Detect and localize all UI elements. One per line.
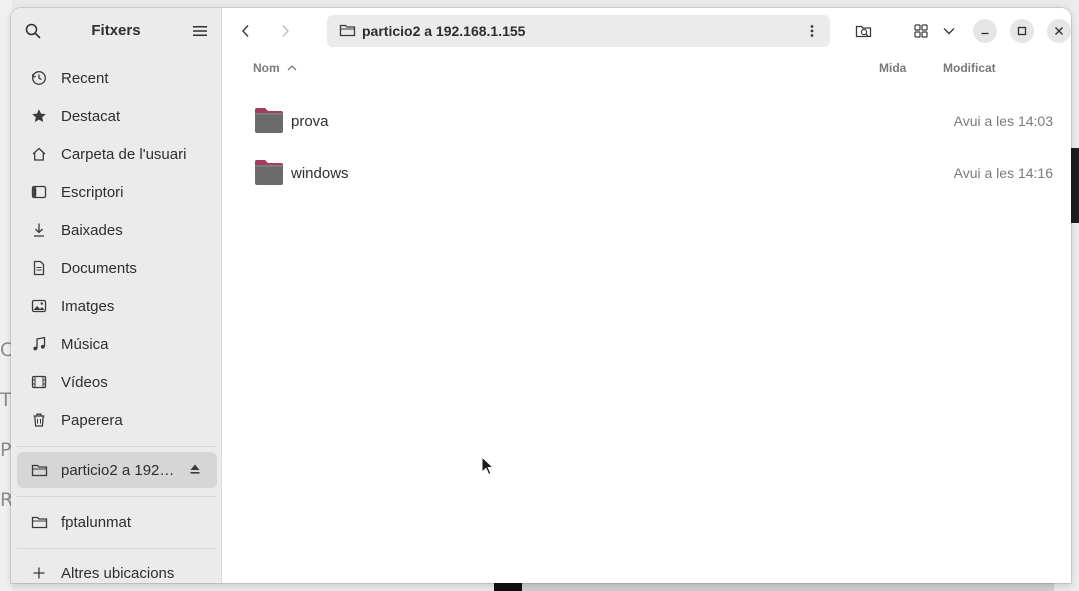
desktop-background-right	[1070, 0, 1079, 591]
file-modified: Avui a les 14:03	[953, 113, 1053, 129]
folder-icon	[255, 108, 283, 133]
main-content: particio2 a 192.168.1.155 Nom Mida Modif…	[223, 8, 1071, 583]
sidebar-item-label: Destacat	[61, 107, 121, 125]
sidebar-item-label: Música	[61, 335, 109, 353]
network-folder-icon	[339, 22, 356, 43]
music-icon	[30, 335, 48, 353]
network-folder-icon	[30, 461, 48, 479]
sidebar-item-label: particio2 a 192…	[61, 461, 175, 479]
file-manager-window: Fitxers Recent Destacat Carpeta de l'usu…	[11, 8, 1071, 583]
plus-icon	[30, 564, 48, 582]
sidebar-item-label: Documents	[61, 259, 137, 277]
background-glyph: T	[0, 389, 12, 411]
chevron-right-icon	[282, 25, 289, 37]
maximize-icon	[1017, 26, 1027, 36]
desktop-icon	[30, 183, 48, 201]
folder-icon	[255, 160, 283, 185]
sidebar-separator	[17, 446, 217, 447]
sidebar-item-bookmark[interactable]: fptalunmat	[17, 504, 217, 540]
current-path: particio2 a 192.168.1.155	[362, 23, 526, 39]
chevron-left-icon	[242, 25, 249, 37]
hamburger-icon	[193, 26, 207, 36]
close-icon	[1055, 27, 1063, 35]
column-header-modified[interactable]: Modificat	[943, 61, 996, 75]
close-button[interactable]	[1047, 19, 1071, 43]
column-header-name[interactable]: Nom	[253, 61, 297, 75]
folder-icon	[30, 513, 48, 531]
sidebar-item-label: Escriptori	[61, 183, 124, 201]
sidebar-item-label: Altres ubicacions	[61, 564, 175, 582]
path-menu-button[interactable]	[802, 21, 822, 41]
vertical-dots-icon	[810, 25, 814, 37]
main-menu-button[interactable]	[187, 19, 213, 43]
sidebar-item-downloads[interactable]: Baixades	[17, 212, 217, 248]
sidebar-item-starred[interactable]: Destacat	[17, 98, 217, 134]
file-name: prova	[291, 113, 329, 130]
file-row[interactable]: windows Avui a les 14:16	[247, 148, 1055, 200]
sidebar: Fitxers Recent Destacat Carpeta de l'usu…	[11, 8, 222, 583]
sidebar-item-label: Carpeta de l'usuari	[61, 145, 187, 163]
home-icon	[30, 145, 48, 163]
back-button[interactable]	[232, 19, 260, 43]
file-name: windows	[291, 165, 349, 182]
minimize-button[interactable]	[973, 19, 997, 43]
sidebar-item-documents[interactable]: Documents	[17, 250, 217, 286]
column-header-size[interactable]: Mida	[879, 61, 906, 75]
sidebar-item-trash[interactable]: Paperera	[17, 402, 217, 438]
file-row[interactable]: prova Avui a les 14:03	[247, 96, 1055, 148]
sidebar-item-other-locations[interactable]: Altres ubicacions	[17, 555, 217, 583]
clock-icon	[30, 69, 48, 87]
sidebar-item-music[interactable]: Música	[17, 326, 217, 362]
eject-icon[interactable]	[189, 462, 203, 478]
sidebar-item-label: Vídeos	[61, 373, 108, 391]
background-window-fragment	[1070, 148, 1079, 223]
sidebar-separator	[17, 496, 217, 497]
background-glyph: P	[0, 439, 12, 461]
sidebar-item-label: Recent	[61, 69, 109, 87]
sidebar-item-label: fptalunmat	[61, 513, 132, 531]
star-icon	[30, 107, 48, 125]
sidebar-header: Fitxers	[11, 8, 221, 54]
search-in-folder-button[interactable]	[849, 19, 879, 43]
file-modified: Avui a les 14:16	[953, 165, 1053, 181]
sidebar-item-label: Paperera	[61, 411, 123, 429]
minimize-icon	[981, 32, 989, 35]
trash-icon	[30, 411, 48, 429]
sort-ascending-icon	[287, 65, 297, 71]
view-grid-button[interactable]	[907, 19, 935, 43]
download-icon	[30, 221, 48, 239]
header-bar: particio2 a 192.168.1.155	[223, 8, 1071, 54]
chevron-down-icon	[943, 28, 955, 35]
sidebar-item-videos[interactable]: Vídeos	[17, 364, 217, 400]
sidebar-item-recent[interactable]: Recent	[17, 60, 217, 96]
sidebar-item-home[interactable]: Carpeta de l'usuari	[17, 136, 217, 172]
forward-button[interactable]	[271, 19, 299, 43]
view-options-button[interactable]	[937, 19, 961, 43]
sidebar-item-pictures[interactable]: Imatges	[17, 288, 217, 324]
sidebar-item-network-mount[interactable]: particio2 a 192…	[17, 452, 217, 488]
document-icon	[30, 259, 48, 277]
maximize-button[interactable]	[1010, 19, 1034, 43]
video-icon	[30, 373, 48, 391]
mouse-pointer-icon	[481, 456, 495, 476]
location-bar[interactable]: particio2 a 192.168.1.155	[327, 15, 830, 47]
grid-icon	[914, 24, 928, 38]
folder-search-icon	[855, 25, 872, 38]
sidebar-separator	[17, 548, 217, 549]
sidebar-item-label: Baixades	[61, 221, 123, 239]
image-icon	[30, 297, 48, 315]
sidebar-item-desktop[interactable]: Escriptori	[17, 174, 217, 210]
sidebar-item-label: Imatges	[61, 297, 115, 315]
